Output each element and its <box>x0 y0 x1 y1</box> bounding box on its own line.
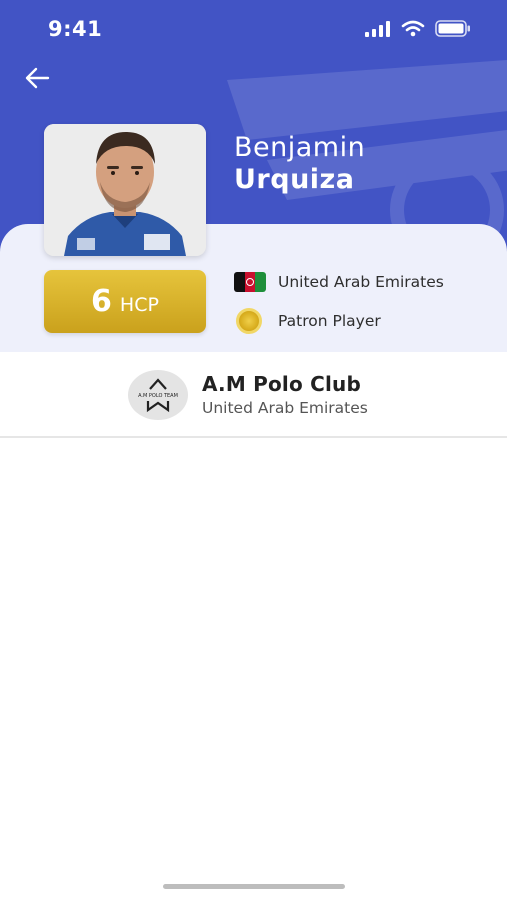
player-country-row: United Arab Emirates <box>234 272 444 292</box>
club-logo: A.M POLO TEAM <box>128 370 188 420</box>
club-name: A.M Polo Club <box>202 372 361 396</box>
cellular-signal-icon <box>365 20 390 37</box>
club-list-item[interactable]: A.M POLO TEAM A.M Polo Club United Arab … <box>0 352 507 438</box>
flag-icon <box>234 272 266 292</box>
home-indicator[interactable] <box>163 884 345 889</box>
player-country: United Arab Emirates <box>278 273 444 291</box>
player-photo <box>44 124 206 256</box>
battery-icon <box>435 20 470 37</box>
wifi-icon <box>401 20 425 37</box>
arrow-left-icon <box>25 67 50 89</box>
player-role: Patron Player <box>278 312 381 330</box>
club-country: United Arab Emirates <box>202 399 368 417</box>
player-role-row: Patron Player <box>234 308 381 334</box>
back-button[interactable] <box>22 64 54 92</box>
club-logo-mark: A.M POLO TEAM <box>138 378 178 413</box>
player-last-name: Urquiza <box>234 164 355 195</box>
club-logo-text: A.M POLO TEAM <box>138 393 178 399</box>
handicap-value: 6 <box>91 284 112 319</box>
player-first-name: Benjamin <box>234 132 366 163</box>
handicap-unit: HCP <box>119 293 159 316</box>
status-time: 9:41 <box>48 17 103 41</box>
player-portrait <box>44 124 206 256</box>
status-bar: 9:41 <box>0 0 507 60</box>
handicap-badge: 6 HCP <box>44 270 206 333</box>
gold-coin-icon <box>236 308 262 334</box>
